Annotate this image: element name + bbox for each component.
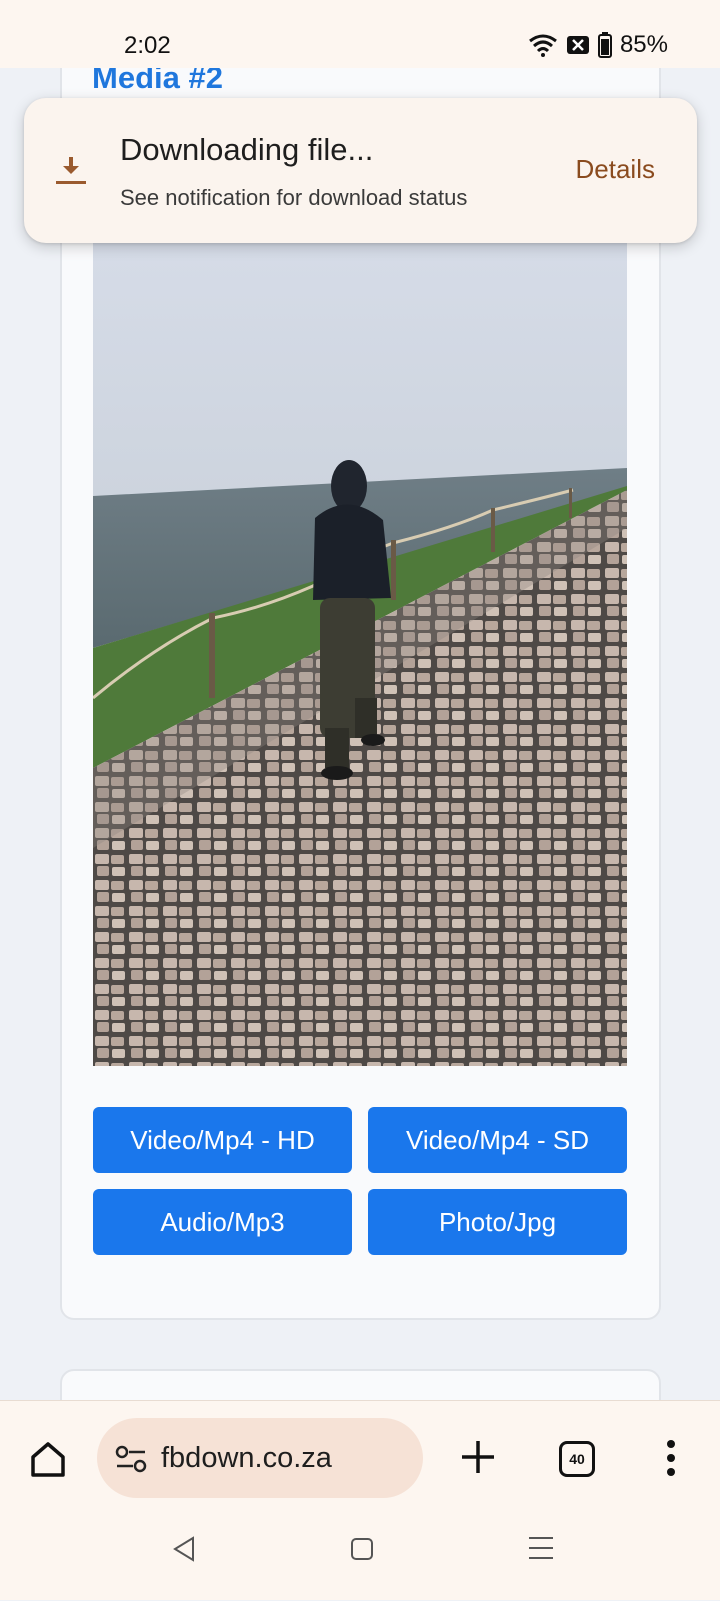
- system-nav-bar: [0, 1511, 720, 1601]
- new-tab-plus-icon[interactable]: [458, 1437, 498, 1477]
- status-icons: 85%: [528, 30, 668, 60]
- wifi-icon: [529, 34, 557, 57]
- url-text: fbdown.co.za: [161, 1442, 332, 1474]
- home-icon[interactable]: [28, 1439, 68, 1479]
- details-button[interactable]: Details: [576, 154, 655, 185]
- url-bar[interactable]: fbdown.co.za: [97, 1418, 423, 1498]
- battery-percent: 85%: [619, 31, 668, 58]
- download-icon: [56, 157, 86, 184]
- notification-x-icon: [566, 36, 589, 54]
- audio-mp3-button[interactable]: Audio/Mp3: [93, 1189, 352, 1255]
- home-square-icon[interactable]: [350, 1537, 374, 1561]
- toast-subtitle: See notification for download status: [120, 185, 468, 210]
- video-mp4-hd-button[interactable]: Video/Mp4 - HD: [93, 1107, 352, 1173]
- photo-jpg-button[interactable]: Photo/Jpg: [368, 1189, 627, 1255]
- more-menu-icon[interactable]: [663, 1438, 679, 1478]
- recents-menu-icon[interactable]: [528, 1535, 554, 1561]
- toast-title: Downloading file...: [120, 132, 374, 167]
- status-bar: 2:02 85%: [0, 0, 720, 68]
- video-mp4-sd-button[interactable]: Video/Mp4 - SD: [368, 1107, 627, 1173]
- media-preview-image: [93, 228, 627, 1066]
- back-icon[interactable]: [172, 1535, 196, 1563]
- tab-switcher-icon[interactable]: 40: [559, 1441, 595, 1477]
- battery-icon: [597, 32, 612, 58]
- browser-toolbar: fbdown.co.za 40: [0, 1400, 720, 1600]
- status-time: 2:02: [124, 32, 171, 59]
- site-settings-icon[interactable]: [115, 1445, 147, 1473]
- download-toast: Downloading file... See notification for…: [24, 98, 697, 243]
